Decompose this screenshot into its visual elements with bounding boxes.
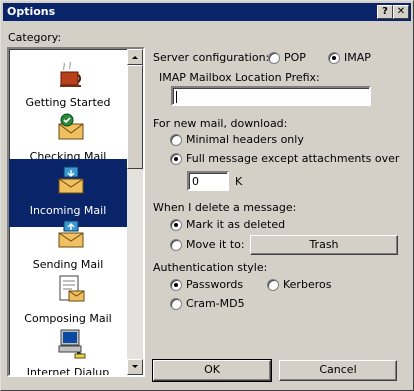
help-button[interactable]: ? [377, 5, 393, 19]
passwords-radio[interactable] [170, 279, 182, 291]
dialup-computer-icon [58, 329, 86, 359]
arrow-down-icon [132, 365, 138, 368]
category-item-internet-dialup[interactable]: Internet Dialup [9, 321, 127, 377]
full-message-label[interactable]: Full message except attachments over [186, 152, 399, 165]
scroll-down-button[interactable] [127, 359, 143, 375]
ok-button[interactable]: OK [152, 359, 272, 382]
category-label: Category: [8, 31, 62, 44]
kerberos-label[interactable]: Kerberos [283, 278, 331, 291]
size-limit-value: 0 [192, 175, 199, 188]
prefix-input[interactable] [171, 86, 371, 106]
text-cursor [176, 91, 177, 103]
scroll-up-button[interactable] [127, 49, 143, 65]
minimal-headers-label[interactable]: Minimal headers only [186, 133, 304, 146]
mark-deleted-label[interactable]: Mark it as deleted [186, 218, 285, 231]
imap-radio[interactable] [328, 52, 340, 64]
move-to-radio[interactable] [170, 239, 182, 251]
size-limit-input[interactable]: 0 [187, 171, 229, 191]
server-config-label: Server configuration: [153, 51, 270, 64]
window-title: Options [7, 5, 56, 18]
delete-label: When I delete a message: [153, 201, 297, 214]
imap-label[interactable]: IMAP [344, 51, 371, 64]
category-list[interactable]: Getting Started Checking Mail Incoming M… [7, 47, 145, 377]
category-item-label: Internet Dialup [26, 366, 110, 377]
trash-folder-button[interactable]: Trash [250, 235, 398, 255]
incoming-mail-icon [58, 166, 84, 194]
sending-mail-icon [58, 220, 84, 248]
category-scrollbar[interactable] [127, 49, 143, 375]
composing-mail-icon [59, 275, 85, 302]
coffee-cup-icon [60, 61, 82, 87]
mail-check-icon [58, 113, 84, 140]
pop-radio[interactable] [268, 52, 280, 64]
mark-deleted-radio[interactable] [170, 219, 182, 231]
passwords-label[interactable]: Passwords [186, 278, 243, 291]
size-unit-label: K [235, 175, 243, 188]
pop-label[interactable]: POP [284, 51, 306, 64]
title-bar[interactable]: Options ? ✕ [3, 3, 411, 21]
cancel-button[interactable]: Cancel [279, 360, 397, 381]
download-label: For new mail, download: [153, 117, 288, 130]
kerberos-radio[interactable] [267, 279, 279, 291]
auth-label: Authentication style: [153, 261, 268, 274]
prefix-label: IMAP Mailbox Location Prefix: [159, 71, 320, 84]
scroll-thumb[interactable] [127, 65, 143, 169]
close-button[interactable]: ✕ [393, 5, 409, 19]
cram-md5-label[interactable]: Cram-MD5 [186, 297, 245, 310]
cram-md5-radio[interactable] [170, 298, 182, 310]
full-message-radio[interactable] [170, 153, 182, 165]
move-to-label[interactable]: Move it to: [186, 238, 245, 251]
minimal-headers-radio[interactable] [170, 134, 182, 146]
arrow-up-icon [132, 56, 138, 59]
options-dialog: Options ? ✕ Category: Getting Started Ch… [0, 0, 414, 391]
